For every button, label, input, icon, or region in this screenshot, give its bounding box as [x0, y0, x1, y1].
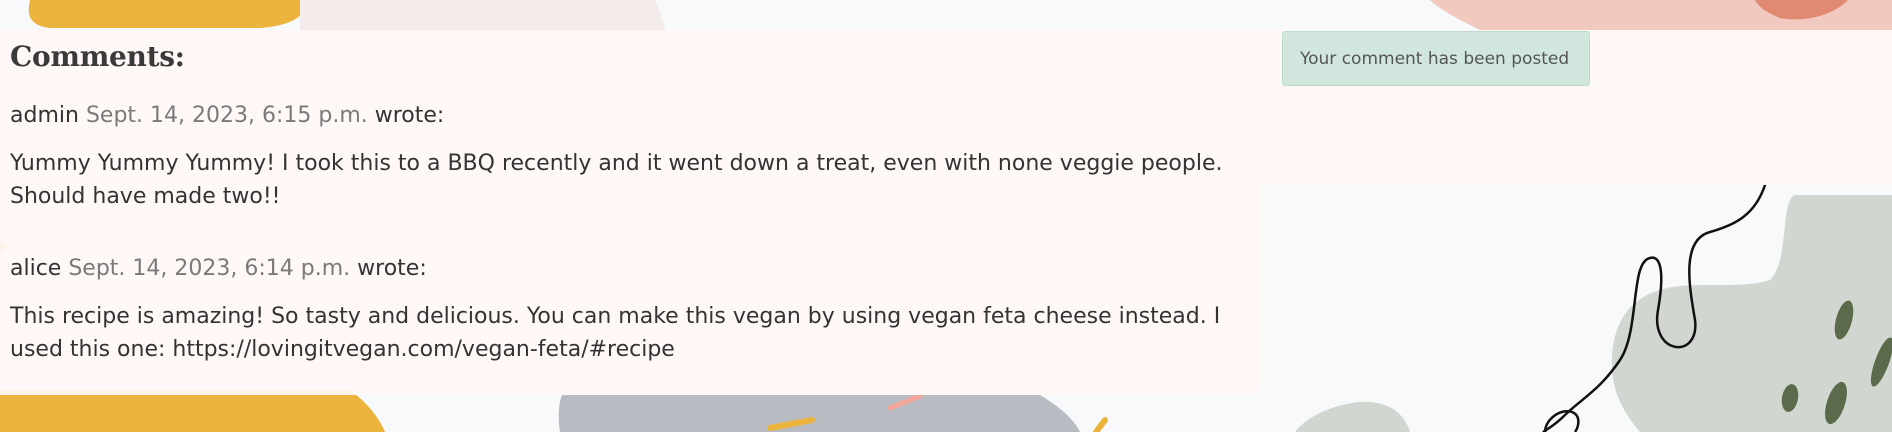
comment-date: Sept. 14, 2023, 6:15 p.m.	[85, 103, 368, 128]
alert-message: Your comment has been posted	[1300, 49, 1570, 69]
comment-body: Yummy Yummy Yummy! I took this to a BBQ …	[10, 151, 1223, 209]
comment-item: alice Sept. 14, 2023, 6:14 p.m. wrote: T…	[10, 254, 1250, 366]
comment-author: alice	[10, 256, 62, 281]
mustard-blob-bottom	[0, 390, 385, 432]
comment-meta: admin Sept. 14, 2023, 6:15 p.m. wrote:	[10, 101, 1250, 131]
comment-author: admin	[10, 103, 79, 128]
mustard-stroke-bottom-2	[1093, 417, 1108, 432]
success-alert: Your comment has been posted	[1282, 31, 1590, 86]
comment-wrote-label: wrote:	[374, 103, 445, 128]
comment-body: This recipe is amazing! So tasty and del…	[10, 304, 1221, 362]
comment-date: Sept. 14, 2023, 6:14 p.m.	[68, 256, 351, 281]
comments-heading: Comments:	[10, 40, 185, 73]
sage-blob-bottom	[1295, 401, 1410, 432]
comment-item: admin Sept. 14, 2023, 6:15 p.m. wrote: Y…	[10, 101, 1250, 213]
mustard-blob-top	[28, 0, 304, 28]
comment-meta: alice Sept. 14, 2023, 6:14 p.m. wrote:	[10, 254, 1250, 284]
slate-blob-bottom	[558, 395, 1080, 432]
comment-wrote-label: wrote:	[357, 256, 427, 281]
